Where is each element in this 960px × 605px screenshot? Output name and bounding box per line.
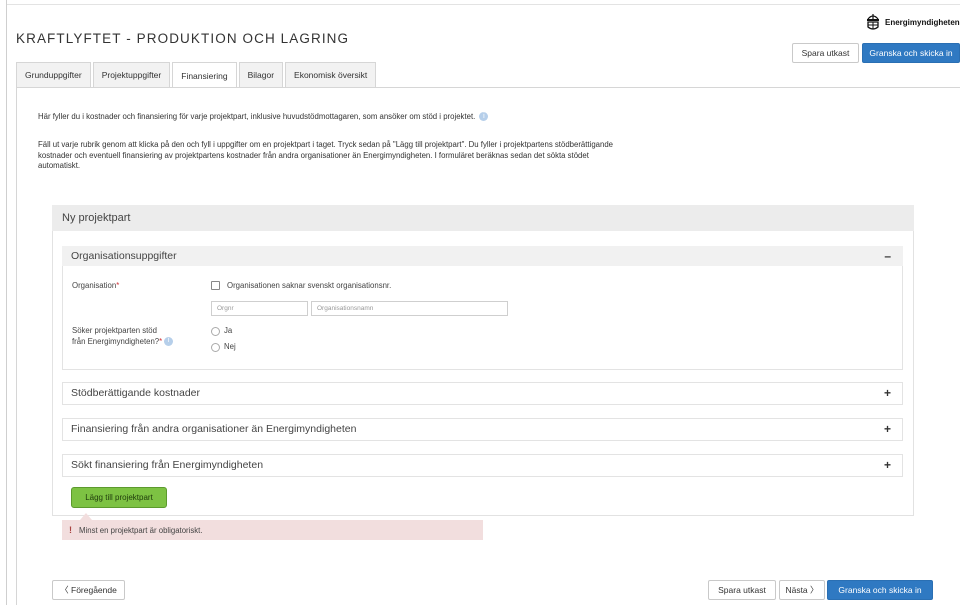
header-review-submit-button[interactable]: Granska och skicka in <box>862 43 960 63</box>
page-title: KRAFTLYFTET - PRODUKTION OCH LAGRING <box>16 31 350 46</box>
collapse-icon[interactable]: – <box>884 249 891 263</box>
next-button[interactable]: Nästa 〉 <box>779 580 825 600</box>
orgname-input[interactable]: Organisationsnamn <box>311 301 508 316</box>
footer-save-draft-button[interactable]: Spara utkast <box>708 580 776 600</box>
logo: Energimyndigheten <box>865 13 960 31</box>
expand-icon[interactable]: + <box>884 386 891 400</box>
tab-bilagor[interactable]: Bilagor <box>238 62 284 87</box>
intro-paragraph-2: Fäll ut varje rubrik genom att klicka på… <box>38 140 614 170</box>
required-marker: * <box>159 336 163 346</box>
section-requested-financing-header[interactable]: Sökt finansiering från Energimyndigheten… <box>62 455 903 475</box>
section-eligible-costs-title: Stödberättigande kostnader <box>71 387 201 399</box>
tab-grunduppgifter[interactable]: Grunduppgifter <box>16 62 91 87</box>
tab-projektuppgifter[interactable]: Projektuppgifter <box>92 62 171 87</box>
header-save-draft-button[interactable]: Spara utkast <box>792 43 859 63</box>
org-section-header[interactable]: Organisationsuppgifter – <box>62 246 903 266</box>
org-section-title: Organisationsuppgifter <box>71 250 177 262</box>
content-border <box>16 87 17 605</box>
intro-paragraph-1: Här fyller du i kostnader och finansieri… <box>38 112 628 123</box>
previous-button[interactable]: 〈 Föregående <box>52 580 125 600</box>
section-other-financing-title: Finansiering från andra organisationer ä… <box>71 423 357 435</box>
radio-yes[interactable] <box>211 327 220 336</box>
window-left-edge <box>0 0 7 605</box>
section-eligible-costs-header[interactable]: Stödberättigande kostnader + <box>62 383 903 403</box>
logo-text: Energimyndigheten <box>885 17 960 27</box>
error-message: ! Minst en projektpart är obligatoriskt. <box>62 520 483 540</box>
seeks-support-label-line1: Söker projektparten stöd <box>72 326 157 335</box>
organisation-label: Organisation* <box>72 281 119 292</box>
expand-icon[interactable]: + <box>884 458 891 472</box>
tabs-divider <box>16 87 960 88</box>
tab-finansiering[interactable]: Finansiering <box>172 62 237 88</box>
radio-no-label: Nej <box>224 342 236 351</box>
footer-review-submit-button[interactable]: Granska och skicka in <box>827 580 933 600</box>
seeks-support-label-line2-text: från Energimyndigheten? <box>72 336 160 346</box>
no-orgnr-checkbox-label: Organisationen saknar svenskt organisati… <box>227 281 392 290</box>
section-other-financing-header[interactable]: Finansiering från andra organisationer ä… <box>62 419 903 439</box>
organisation-label-text: Organisation <box>72 281 117 290</box>
crown-logo-icon <box>867 14 879 30</box>
no-orgnr-checkbox[interactable] <box>211 281 220 290</box>
error-text: Minst en projektpart är obligatoriskt. <box>79 525 203 535</box>
radio-yes-label: Ja <box>224 326 233 335</box>
section-requested-financing-title: Sökt finansiering från Energimyndigheten <box>71 459 264 471</box>
intro-text-1: Här fyller du i kostnader och finansieri… <box>38 112 476 121</box>
seeks-support-label: Söker projektparten stöd från Energimynd… <box>72 326 174 348</box>
tab-ekonomisk-oversikt[interactable]: Ekonomisk översikt <box>285 62 377 87</box>
error-pointer <box>80 513 92 520</box>
required-marker: * <box>116 281 120 290</box>
panel-title: Ny projektpart <box>52 205 914 231</box>
window-top-edge <box>7 0 960 5</box>
seeks-support-label-line2: från Energimyndigheten?* i <box>72 336 174 348</box>
info-icon[interactable]: i <box>479 112 489 122</box>
expand-icon[interactable]: + <box>884 422 891 436</box>
tab-bar: Grunduppgifter Projektuppgifter Finansie… <box>16 62 378 88</box>
info-icon[interactable]: i <box>164 336 174 346</box>
radio-no[interactable] <box>211 343 220 352</box>
add-project-part-button[interactable]: Lägg till projektpart <box>71 487 167 508</box>
error-icon: ! <box>69 525 72 535</box>
orgnr-input[interactable]: Orgnr <box>211 301 308 316</box>
